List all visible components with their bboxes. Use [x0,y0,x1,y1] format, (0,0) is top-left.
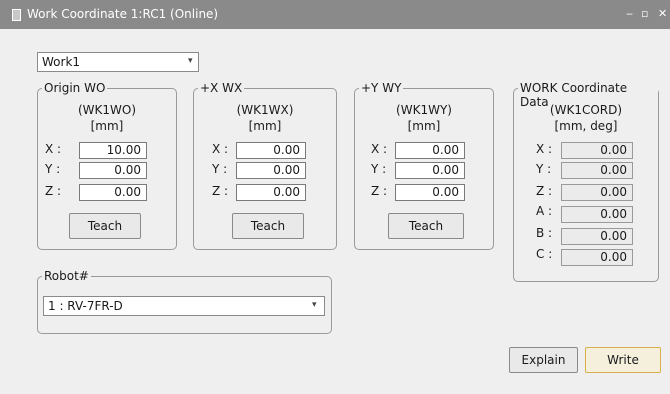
origin-y-input[interactable]: 0.00 [79,162,147,179]
origin-unit: [mm] [90,119,124,133]
window-icon [12,9,21,21]
chevron-down-icon: ▾ [312,300,317,310]
origin-z-input[interactable]: 0.00 [79,184,147,201]
ywy-group: +Y WY (WK1WY) [mm] X : 0.00 Y : 0.00 Z :… [354,81,494,250]
ywy-z-label: Z : [371,184,388,198]
ywy-y-input[interactable]: 0.00 [395,162,465,179]
origin-x-input[interactable]: 10.00 [79,142,147,159]
coord-variable-name: (WK1CORD) [549,103,623,117]
xwx-y-input[interactable]: 0.00 [236,162,306,179]
work-coordinate-window: Work Coordinate 1:RC1 (Online) ‒ ▫ ✕ Wor… [0,0,670,394]
coord-y-label: Y : [536,162,552,176]
coord-x-label: X : [536,142,553,156]
coord-c-value: 0.00 [561,249,633,266]
origin-x-label: X : [45,142,62,156]
minimize-icon[interactable]: ‒ [626,7,633,20]
coord-z-value: 0.00 [561,184,633,201]
coord-x-value: 0.00 [561,142,633,159]
origin-group: Origin WO (WK1WO) [mm] X : 10.00 Y : 0.0… [37,81,177,250]
coord-a-value: 0.00 [561,206,633,223]
xwx-z-label: Z : [212,184,229,198]
chevron-down-icon: ▾ [188,56,193,66]
title-bar: Work Coordinate 1:RC1 (Online) ‒ ▫ ✕ [0,0,670,29]
origin-group-title: Origin WO [42,81,108,95]
ywy-unit: [mm] [407,119,441,133]
xwx-group-title: +X WX [198,81,245,95]
origin-z-label: Z : [45,184,62,198]
ywy-teach-button[interactable]: Teach [388,213,464,239]
coord-c-label: C : [536,247,553,261]
robot-select-value: 1 : RV-7FR-D [48,299,123,313]
work-select-value: Work1 [42,55,81,69]
ywy-group-title: +Y WY [359,81,404,95]
xwx-z-input[interactable]: 0.00 [236,184,306,201]
maximize-icon[interactable]: ▫ [641,7,648,20]
ywy-x-input[interactable]: 0.00 [395,142,465,159]
xwx-x-input[interactable]: 0.00 [236,142,306,159]
xwx-group: +X WX (WK1WX) [mm] X : 0.00 Y : 0.00 Z :… [193,81,337,250]
work-select[interactable]: Work1 ▾ [37,52,199,72]
coord-data-group: WORK Coordinate Data (WK1CORD) [mm, deg]… [513,81,659,282]
robot-select[interactable]: 1 : RV-7FR-D ▾ [43,296,325,316]
ywy-z-input[interactable]: 0.00 [395,184,465,201]
robot-group: Robot# 1 : RV-7FR-D ▾ [37,269,332,334]
coord-b-value: 0.00 [561,228,633,245]
xwx-y-label: Y : [212,162,228,176]
write-button[interactable]: Write [585,347,661,373]
close-icon[interactable]: ✕ [658,7,667,20]
xwx-x-label: X : [212,142,229,156]
xwx-unit: [mm] [248,119,282,133]
ywy-y-label: Y : [371,162,387,176]
coord-y-value: 0.00 [561,162,633,179]
origin-teach-button[interactable]: Teach [69,213,141,239]
explain-button[interactable]: Explain [509,347,578,373]
window-title: Work Coordinate 1:RC1 (Online) [27,7,219,21]
coord-b-label: B : [536,226,553,240]
coord-z-label: Z : [536,184,553,198]
ywy-x-label: X : [371,142,388,156]
robot-group-title: Robot# [42,269,91,283]
xwx-variable-name: (WK1WX) [236,103,294,117]
origin-variable-name: (WK1WO) [77,103,137,117]
origin-y-label: Y : [45,162,61,176]
coord-a-label: A : [536,204,553,218]
xwx-teach-button[interactable]: Teach [232,213,304,239]
coord-unit: [mm, deg] [554,119,618,133]
ywy-variable-name: (WK1WY) [396,103,452,117]
